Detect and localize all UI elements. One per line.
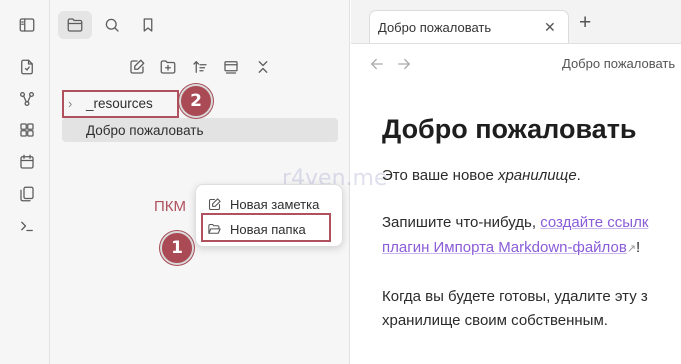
- collapse-all-icon[interactable]: [253, 57, 273, 77]
- paragraph-3-line-2: хранилище своим собственным.: [382, 312, 608, 329]
- p2-after: !: [636, 239, 641, 256]
- close-icon[interactable]: ✕: [544, 19, 556, 36]
- search-icon[interactable]: [102, 15, 122, 35]
- folder-icon[interactable]: [58, 11, 92, 39]
- new-tab-icon[interactable]: +: [579, 11, 591, 35]
- paragraph-2-line-2: плагин Импорта Markdown-файлов↗!: [382, 239, 640, 256]
- import-plugin-link[interactable]: плагин Импорта Markdown-файлов: [382, 239, 627, 256]
- paragraph-3-line-1: Когда вы будете готовы, удалите эту з: [382, 288, 648, 305]
- tree-file-welcome[interactable]: Добро пожаловать: [86, 123, 204, 138]
- p2-text: Запишите что-нибудь,: [382, 214, 541, 231]
- left-ribbon: [0, 0, 50, 364]
- open-file-icon[interactable]: [17, 57, 37, 77]
- annotation-badge-2: 2: [179, 84, 213, 118]
- paragraph-1: Это ваше новое хранилище.: [382, 167, 581, 184]
- edit-icon: [204, 196, 224, 212]
- document-heading: Добро пожаловать: [382, 114, 637, 144]
- view-header-title: Добро пожаловать: [562, 56, 676, 71]
- canvas-icon[interactable]: [17, 120, 37, 140]
- graph-icon[interactable]: [17, 89, 37, 109]
- right-click-label: ПКМ: [154, 198, 187, 215]
- calendar-icon[interactable]: [17, 152, 37, 172]
- templates-icon[interactable]: [17, 184, 37, 204]
- new-note-icon[interactable]: [127, 57, 147, 77]
- forward-arrow-icon[interactable]: [394, 54, 414, 74]
- terminal-icon[interactable]: [17, 216, 37, 236]
- new-folder-icon[interactable]: [158, 57, 178, 77]
- tab-title: Добро пожаловать: [378, 20, 492, 35]
- collapse-view-icon[interactable]: [221, 57, 241, 77]
- p1-after: .: [576, 167, 581, 184]
- sort-icon[interactable]: [190, 57, 210, 77]
- sidebar-toggle-icon[interactable]: [17, 15, 37, 35]
- paragraph-2-line-1: Запишите что-нибудь, создайте ссылк: [382, 214, 648, 231]
- back-arrow-icon[interactable]: [367, 54, 387, 74]
- external-link-icon: ↗: [626, 243, 637, 255]
- annotation-badge-1: 1: [160, 231, 194, 265]
- p1-text: Это ваше новое: [382, 167, 498, 184]
- annotation-box-1: [201, 213, 331, 242]
- create-link[interactable]: создайте ссылк: [540, 214, 648, 231]
- tab-welcome[interactable]: Добро пожаловать ✕: [369, 10, 569, 43]
- menu-item-label: Новая заметка: [230, 196, 320, 212]
- bookmark-icon[interactable]: [138, 15, 158, 35]
- p1-italic: хранилище: [497, 167, 577, 184]
- annotation-box-2: [62, 90, 179, 118]
